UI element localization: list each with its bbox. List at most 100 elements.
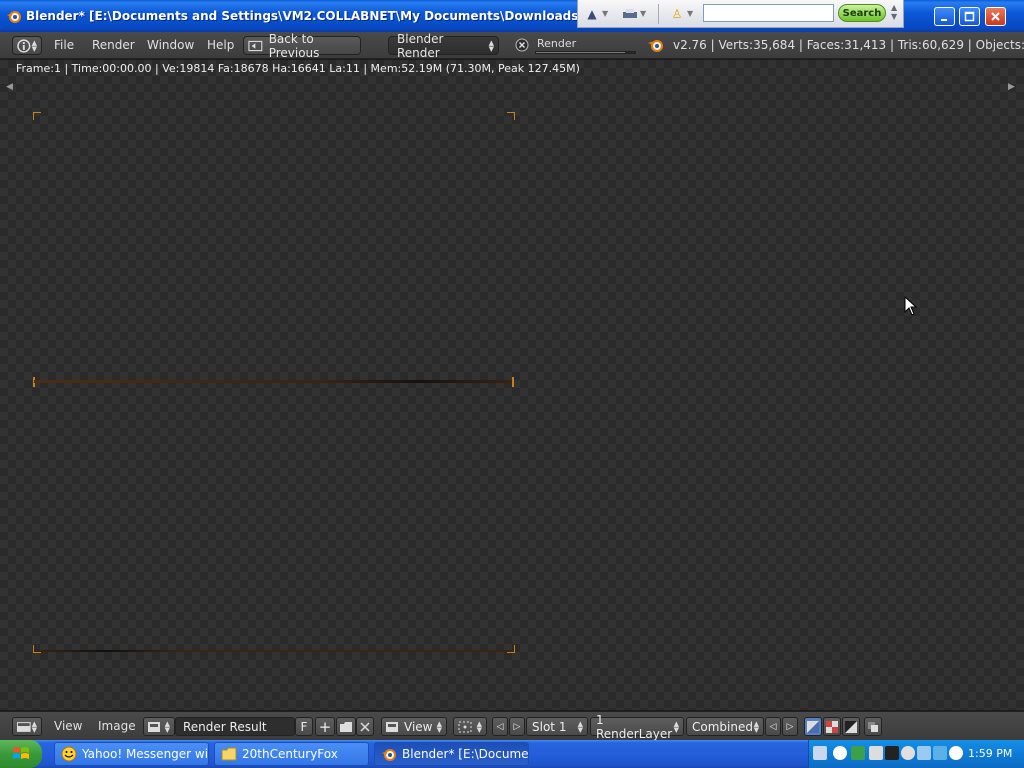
task-label: 20thCenturyFox — [242, 747, 338, 761]
toolbar-expand-left-icon[interactable]: ◀ — [6, 82, 13, 92]
tray-speaker-icon[interactable] — [949, 746, 963, 760]
prev-pass-button[interactable]: ◁ — [765, 717, 781, 736]
tray-app-icon[interactable] — [851, 746, 865, 760]
yahoo-search-button[interactable]: Search — [838, 4, 886, 22]
start-button[interactable] — [0, 740, 42, 768]
menu-file[interactable]: File — [54, 38, 74, 52]
render-engine-label: Blender Render — [397, 31, 444, 60]
render-progress-label: Render — [537, 37, 577, 50]
render-line-tick-right — [512, 377, 514, 387]
taskbar-blender[interactable]: Blender* [E:\Documen... — [374, 742, 529, 766]
copy-icon — [868, 721, 878, 732]
maximize-icon — [964, 11, 975, 22]
open-image-button[interactable] — [336, 717, 356, 736]
chevron-down-icon[interactable]: ▼ — [687, 9, 697, 18]
render-progress: Render — [535, 37, 636, 55]
render-engine-dropdown[interactable]: Blender Render ▲ ▼ — [388, 32, 499, 60]
task-label: Blender* [E:\Documen... — [402, 747, 529, 761]
border-corner-top-left — [33, 112, 41, 120]
slot-dropdown[interactable]: Slot 1 ▲ ▼ — [526, 717, 588, 736]
maximize-button[interactable] — [959, 7, 980, 26]
tray-v-icon[interactable] — [869, 746, 883, 760]
minimize-button[interactable] — [934, 7, 955, 26]
dropdown-arrows-icon: ▲ ▼ — [436, 719, 442, 734]
blender-logo-icon — [648, 40, 663, 52]
dropdown-arrows-icon: ▲ ▼ — [31, 38, 37, 53]
render-status-text: Frame:1 | Time:00:00.00 | Ve:19814 Fa:18… — [16, 62, 580, 75]
editor-type-button[interactable]: ▲ ▼ — [12, 717, 42, 736]
folder-icon — [340, 721, 352, 732]
menu-window[interactable]: Window — [147, 38, 194, 52]
render-layer-dropdown[interactable]: 1 RenderLayer ▲ ▼ — [590, 713, 684, 741]
close-button[interactable] — [985, 7, 1006, 26]
zbuffer-icon — [845, 720, 857, 733]
pivot-dropdown[interactable]: ▲ ▼ — [453, 717, 487, 736]
window-title: Blender* [E:\Documents and Settings\VM2.… — [26, 9, 578, 23]
scene-stats: v2.76 | Verts:35,684 | Faces:31,413 | Tr… — [673, 38, 1024, 52]
chevron-down-icon[interactable]: ▼ — [602, 9, 612, 18]
arrow-left-icon: ◁ — [496, 721, 504, 732]
next-pass-button[interactable]: ▷ — [782, 717, 798, 736]
render-pass-label: Combined — [692, 719, 753, 734]
new-image-button[interactable]: + — [315, 717, 335, 736]
tray-minus-icon[interactable] — [901, 746, 915, 760]
image-alpha-icon — [807, 720, 819, 733]
toolbar-grip-icon[interactable]: ▲ ▼ — [891, 3, 901, 23]
menu-image[interactable]: Image — [98, 719, 136, 733]
menu-render[interactable]: Render — [92, 38, 135, 52]
dropdown-arrows-icon: ▲ ▼ — [753, 719, 759, 734]
draw-zbuffer-button[interactable] — [842, 717, 860, 736]
yahoo-toolbar: ▲ ▼ ▼ ♙ ▼ Search ▲ ▼ — [577, 0, 904, 28]
render-line-bottom — [34, 650, 514, 652]
close-icon — [991, 12, 1000, 21]
next-slot-button[interactable]: ▷ — [509, 717, 525, 736]
fake-user-button[interactable]: F — [295, 717, 313, 736]
draw-image-alpha-button[interactable] — [804, 717, 822, 736]
task-label: Yahoo! Messenger wit... — [82, 747, 209, 761]
copy-to-clipboard-button[interactable] — [864, 717, 882, 736]
yahoo-triangle-icon[interactable]: ▲ — [582, 5, 602, 23]
mouse-cursor-icon — [904, 296, 918, 316]
cancel-render-button[interactable] — [515, 38, 529, 52]
render-pass-dropdown[interactable]: Combined ▲ ▼ — [686, 717, 764, 736]
window-titlebar[interactable]: Blender* [E:\Documents and Settings\VM2.… — [0, 0, 1024, 32]
menu-view[interactable]: View — [54, 719, 82, 733]
messenger-person-icon[interactable]: ♙ — [667, 5, 687, 23]
view-mode-dropdown[interactable]: View ▲ ▼ — [381, 717, 447, 736]
render-line-middle — [34, 380, 514, 383]
border-corner-top-right — [507, 112, 515, 120]
tray-security-icon[interactable] — [885, 746, 899, 760]
prev-slot-button[interactable]: ◁ — [492, 717, 508, 736]
fake-user-label: F — [300, 719, 308, 734]
close-icon — [360, 721, 370, 732]
draw-alpha-only-button[interactable] — [823, 717, 841, 736]
tray-display-icon[interactable] — [933, 746, 947, 760]
windows-logo-icon — [13, 747, 29, 759]
printer-icon[interactable] — [620, 5, 640, 23]
arrow-left-icon: ◁ — [769, 721, 777, 732]
arrow-right-icon: ▷ — [513, 721, 521, 732]
taskbar-yahoo-messenger[interactable]: Yahoo! Messenger wit... — [54, 742, 209, 766]
image-editor-canvas[interactable]: Frame:1 | Time:00:00.00 | Ve:19814 Fa:18… — [0, 60, 1024, 710]
editor-type-button[interactable]: ▲ ▼ — [12, 36, 42, 55]
menu-help[interactable]: Help — [207, 38, 234, 52]
browse-image-button[interactable]: ▲ ▼ — [143, 717, 175, 736]
dropdown-arrows-icon: ▲ ▼ — [488, 38, 494, 53]
taskbar-clock[interactable]: 1:59 PM — [968, 747, 1012, 760]
minimize-icon — [941, 19, 947, 21]
back-to-previous-label: Back to Previous — [268, 31, 320, 60]
render-progress-track — [535, 51, 636, 54]
yahoo-search-input[interactable] — [703, 4, 834, 22]
tray-monitor-icon[interactable] — [917, 746, 931, 760]
chevron-down-icon[interactable]: ▼ — [640, 9, 650, 18]
image-browse-icon — [148, 721, 160, 732]
tray-update-icon[interactable] — [833, 746, 847, 760]
unlink-image-button[interactable] — [356, 717, 374, 736]
back-to-previous-button[interactable]: Back to Previous — [243, 32, 361, 60]
render-layer-label: 1 RenderLayer — [596, 712, 673, 741]
taskbar-folder-20thcenturyfox[interactable]: 20thCenturyFox — [214, 742, 369, 766]
folder-icon — [221, 747, 237, 761]
properties-expand-right-icon[interactable]: ▶ — [1008, 82, 1015, 92]
tray-network-icon[interactable] — [813, 746, 827, 760]
image-name-field[interactable]: Render Result — [175, 717, 295, 736]
